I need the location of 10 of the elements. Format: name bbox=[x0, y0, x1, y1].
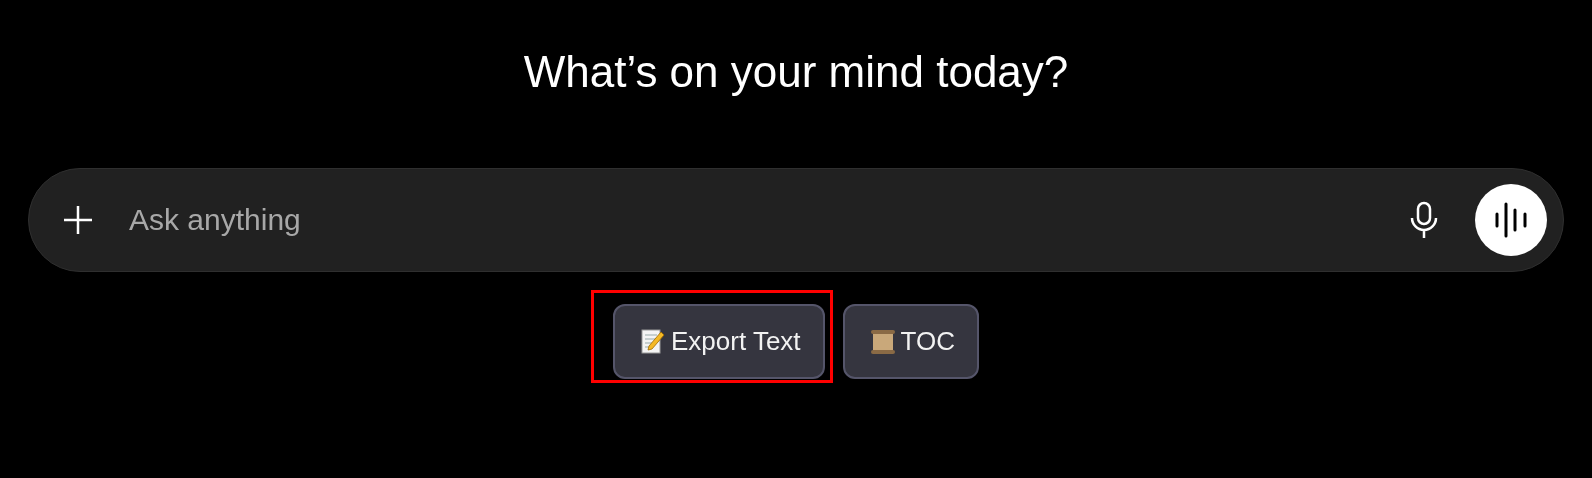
message-input[interactable]: Ask anything bbox=[127, 202, 1409, 238]
scroll-icon bbox=[870, 328, 895, 355]
waveform-icon bbox=[1494, 201, 1528, 239]
page-heading: What’s on your mind today? bbox=[523, 46, 1069, 98]
memo-pencil-icon bbox=[641, 328, 665, 355]
message-field[interactable]: Ask anything bbox=[28, 168, 1564, 272]
action-button[interactable]: Export Text bbox=[613, 304, 825, 379]
microphone-icon[interactable] bbox=[1409, 201, 1439, 239]
add-icon[interactable] bbox=[63, 205, 93, 235]
action-button[interactable]: TOC bbox=[842, 304, 979, 379]
